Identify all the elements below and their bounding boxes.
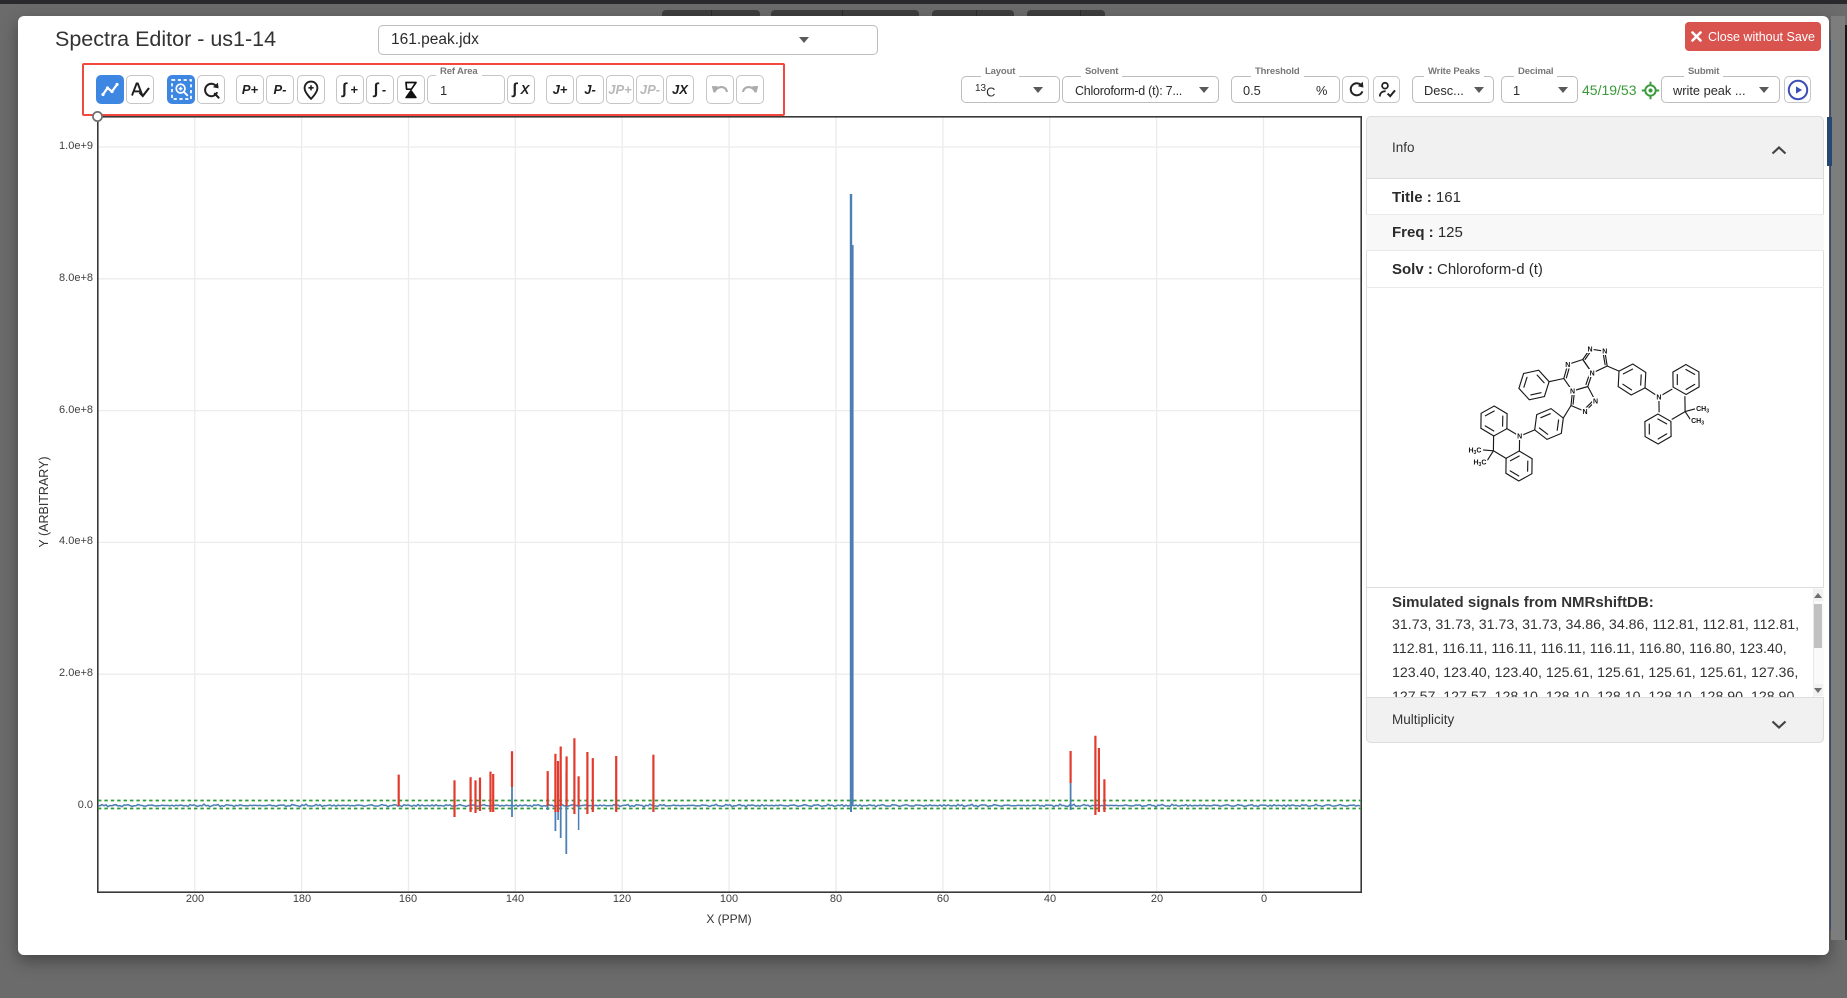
svg-text:N: N [1570,389,1575,396]
svg-text:N: N [1587,347,1592,354]
svg-text:N: N [1565,362,1570,369]
svg-text:CH3: CH3 [1696,406,1709,415]
svg-text:N: N [1656,394,1661,401]
svg-text:H3C: H3C [1468,447,1481,456]
svg-text:N: N [1517,434,1522,441]
svg-text:H3C: H3C [1473,459,1486,468]
svg-text:N: N [1582,409,1587,416]
svg-text:N: N [1593,399,1598,406]
svg-text:CH3: CH3 [1691,418,1704,427]
svg-text:N: N [1602,349,1607,356]
svg-text:N: N [1590,371,1595,378]
